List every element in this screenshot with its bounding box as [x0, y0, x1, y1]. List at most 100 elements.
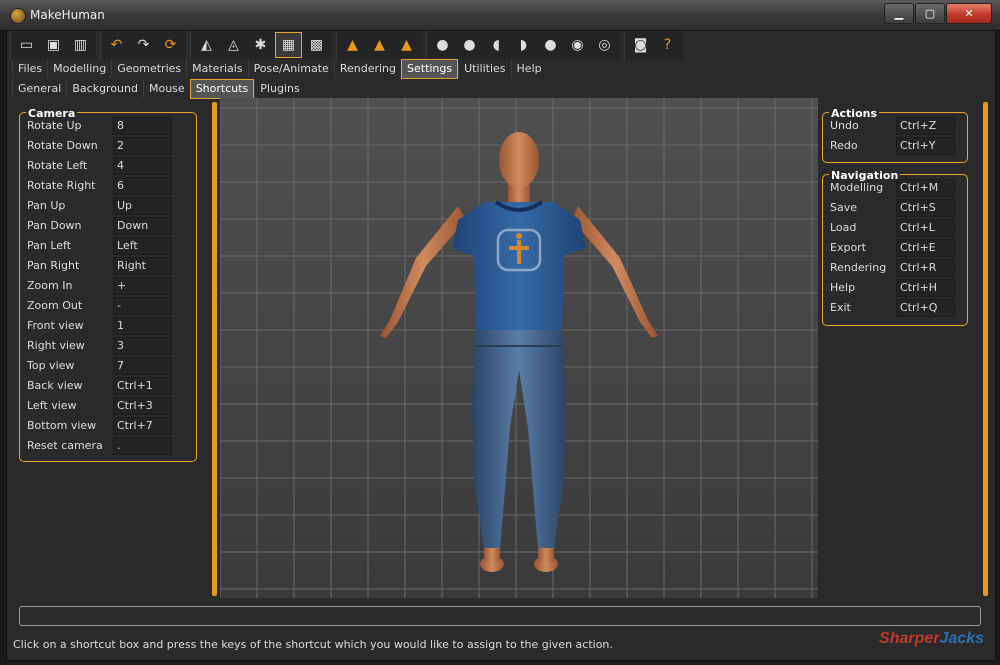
- shortcut-label: Export: [830, 241, 867, 254]
- front-view-button[interactable]: ▲: [340, 33, 365, 57]
- tab-rendering[interactable]: Rendering: [333, 60, 401, 78]
- smooth-button[interactable]: ◭: [194, 33, 219, 57]
- shortcut-key-field[interactable]: 7: [113, 356, 172, 375]
- head-front-button[interactable]: ●: [430, 33, 455, 57]
- shortcut-row: Help Ctrl+H: [830, 278, 955, 297]
- shortcut-key-field[interactable]: Left: [113, 236, 172, 255]
- tab-modelling[interactable]: Modelling: [47, 60, 111, 78]
- navigation-group: Navigation Modelling Ctrl+M Save Ctrl+S Load…: [822, 169, 968, 326]
- checker-button[interactable]: ▩: [304, 33, 329, 57]
- sub-tab-bar: General Background Mouse Shortcuts Plugins: [12, 79, 305, 99]
- head-back-button[interactable]: ●: [457, 33, 482, 57]
- shortcut-row: Top view 7: [27, 356, 172, 375]
- undo-button[interactable]: ↶: [104, 33, 129, 57]
- undo-list-button[interactable]: ▭: [14, 33, 39, 57]
- tab-pose-animate[interactable]: Pose/Animate: [247, 60, 334, 78]
- shortcut-label: Bottom view: [27, 419, 97, 432]
- help-icon: ?: [663, 37, 672, 53]
- status-text: Click on a shortcut box and press the ke…: [13, 638, 613, 651]
- shortcut-key-field[interactable]: 1: [113, 316, 172, 335]
- shortcut-label: Rotate Right: [27, 179, 96, 192]
- checker-icon: ▩: [309, 37, 324, 53]
- tab-materials[interactable]: Materials: [186, 60, 247, 78]
- shortcut-key-field[interactable]: Down: [113, 216, 172, 235]
- head-left-icon: ◖: [492, 37, 501, 53]
- shortcut-key-field[interactable]: Ctrl+H: [896, 278, 955, 297]
- subtab-shortcuts[interactable]: Shortcuts: [189, 79, 255, 99]
- save-button[interactable]: ▣: [41, 33, 66, 57]
- shortcut-key-field[interactable]: Ctrl+R: [896, 258, 955, 277]
- 3d-viewport[interactable]: [220, 98, 818, 598]
- shortcut-key-field[interactable]: Ctrl+Y: [896, 136, 955, 155]
- shortcut-key-field[interactable]: Up: [113, 196, 172, 215]
- maximize-button[interactable]: ▢: [915, 3, 945, 24]
- export-icon: ▥: [73, 37, 88, 53]
- shortcut-label: Left view: [27, 399, 77, 412]
- subtab-plugins[interactable]: Plugins: [254, 80, 304, 98]
- wireframe-button[interactable]: ◬: [221, 33, 246, 57]
- shortcut-label: Pan Right: [27, 259, 80, 272]
- tab-help[interactable]: Help: [510, 60, 547, 78]
- shortcut-row: Pan Down Down: [27, 216, 172, 235]
- shortcut-key-field[interactable]: 6: [113, 176, 172, 195]
- shortcut-key-field[interactable]: +: [113, 276, 172, 295]
- shortcut-key-field[interactable]: Ctrl+S: [896, 198, 955, 217]
- shortcut-key-field[interactable]: Ctrl+M: [896, 178, 955, 197]
- grid-button[interactable]: ▦: [275, 32, 302, 58]
- export-button[interactable]: ▥: [68, 33, 93, 57]
- subtab-mouse[interactable]: Mouse: [142, 80, 190, 98]
- pose-icon: ✱: [254, 37, 267, 53]
- save-icon: ▣: [46, 37, 61, 53]
- reset-camera-button[interactable]: ◎: [592, 33, 617, 57]
- progress-box: [19, 606, 981, 626]
- head-bottom-button[interactable]: ◉: [565, 33, 590, 57]
- close-button[interactable]: ✕: [946, 3, 992, 24]
- top-view-button[interactable]: ▲: [394, 33, 419, 57]
- tab-files[interactable]: Files: [12, 60, 47, 78]
- tab-settings[interactable]: Settings: [401, 59, 459, 79]
- grid-icon: ▦: [281, 37, 296, 53]
- shortcut-key-field[interactable]: 3: [113, 336, 172, 355]
- shortcut-key-field[interactable]: Ctrl+E: [896, 238, 955, 257]
- screenshot-button[interactable]: ◙: [628, 33, 653, 57]
- help-button[interactable]: ?: [655, 33, 680, 57]
- shortcut-key-field[interactable]: 8: [113, 116, 172, 135]
- undo-icon: ↶: [110, 37, 123, 53]
- shortcut-key-field[interactable]: Ctrl+3: [113, 396, 172, 415]
- tab-geometries[interactable]: Geometries: [111, 60, 186, 78]
- shortcut-key-field[interactable]: .: [113, 436, 172, 455]
- shortcut-row: Save Ctrl+S: [830, 198, 955, 217]
- pose-button[interactable]: ✱: [248, 33, 273, 57]
- shortcut-key-field[interactable]: Ctrl+Q: [896, 298, 955, 317]
- shortcut-key-field[interactable]: Right: [113, 256, 172, 275]
- shortcut-key-field[interactable]: Ctrl+L: [896, 218, 955, 237]
- side-view-button[interactable]: ▲: [367, 33, 392, 57]
- shortcut-key-field[interactable]: 4: [113, 156, 172, 175]
- shortcut-label: Reset camera: [27, 439, 103, 452]
- shortcut-key-field[interactable]: 2: [113, 136, 172, 155]
- subtab-background[interactable]: Background: [66, 80, 143, 98]
- left-panel-scrollbar[interactable]: [212, 102, 217, 596]
- right-panel-scrollbar[interactable]: [983, 102, 988, 596]
- head-right-icon: ◗: [519, 37, 528, 53]
- shortcut-row: Reset camera.: [27, 436, 172, 455]
- head-top-button[interactable]: ●: [538, 33, 563, 57]
- shortcut-row: Back view Ctrl+1: [27, 376, 172, 395]
- subtab-general[interactable]: General: [12, 80, 66, 98]
- reset-button[interactable]: ⟳: [158, 33, 183, 57]
- head-back-icon: ●: [463, 37, 476, 53]
- shortcut-key-field[interactable]: Ctrl+Z: [896, 116, 955, 135]
- watermark-part2: Jacks: [939, 630, 985, 647]
- tab-utilities[interactable]: Utilities: [458, 60, 510, 78]
- reset-camera-icon: ◎: [598, 37, 611, 53]
- shortcut-key-field[interactable]: Ctrl+7: [113, 416, 172, 435]
- shortcut-key-field[interactable]: -: [113, 296, 172, 315]
- camera-group: Camera Rotate Up 8 Rotate Down 2 Rotate Left…: [19, 107, 197, 462]
- minimize-button[interactable]: ▁: [884, 3, 914, 24]
- redo-button[interactable]: ↷: [131, 33, 156, 57]
- toolbar: ▭ ▣ ▥ ↶ ↷ ⟳ ◭ ◬ ✱ ▦ ▩ ▲ ▲ ▲ ● ● ◖ ◗ ● ◉ ◎ ◙?: [10, 31, 687, 59]
- head-left-button[interactable]: ◖: [484, 33, 509, 57]
- head-right-button[interactable]: ◗: [511, 33, 536, 57]
- shortcut-key-field[interactable]: Ctrl+1: [113, 376, 172, 395]
- toolbar-group: ↶ ↷ ⟳: [100, 31, 186, 59]
